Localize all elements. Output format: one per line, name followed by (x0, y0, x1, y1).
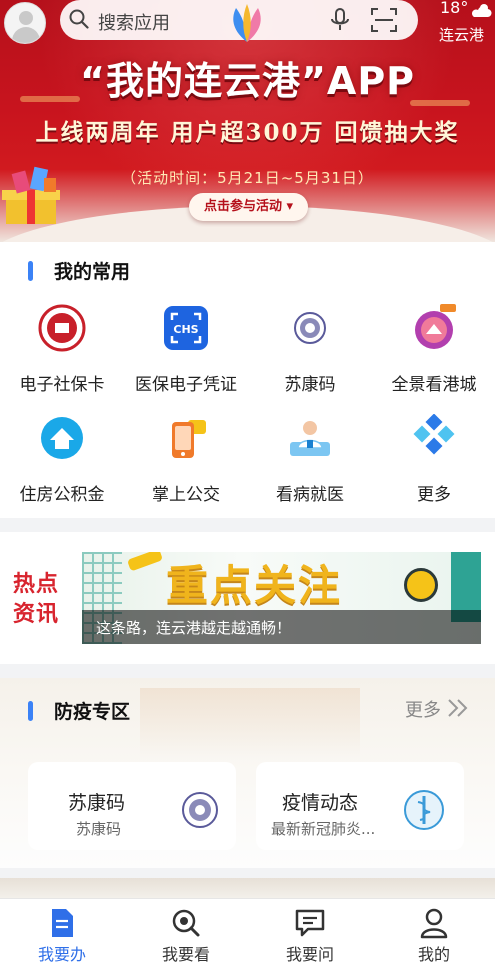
service-housing-fund[interactable]: 住房公积金 (0, 414, 124, 514)
service-panorama-city[interactable]: 全景看港城 (372, 304, 495, 404)
news-image-headline: 重点关注 (166, 561, 343, 610)
epidemic-title: 防疫专区 (54, 701, 131, 723)
card-title: 疫情动态 (282, 792, 359, 814)
service-label: 住房公积金 (19, 485, 105, 505)
double-chevron-right-icon[interactable] (447, 698, 469, 718)
tab-browse[interactable]: 我要看 (124, 899, 248, 974)
top-bar: 搜索应用 18° 连云港 (0, 0, 495, 44)
section-divider (0, 878, 495, 898)
tab-mine[interactable]: 我的 (372, 899, 495, 974)
service-label: 看病就医 (276, 485, 344, 505)
tab-ask[interactable]: 我要问 (248, 899, 372, 974)
card-title: 苏康码 (68, 792, 126, 814)
service-label: 掌上公交 (152, 485, 220, 505)
avatar-head (19, 11, 33, 25)
epidemic-card-dynamics[interactable]: 疫情动态 最新新冠肺炎... (256, 762, 464, 850)
doctor-icon (290, 421, 330, 456)
temperature: 18° (440, 0, 469, 17)
tab-label: 我的 (417, 945, 450, 964)
favorites-header: 我的常用 (0, 256, 495, 286)
more-label: 更多 (405, 700, 441, 721)
join-activity-button[interactable]: 点击参与活动 ▾ (189, 193, 308, 221)
image-decoration (404, 568, 438, 602)
bottom-nav: 我要办 我要看 我要问 我的 (0, 898, 495, 974)
service-label: 更多 (417, 485, 451, 505)
panorama-city-icon (415, 304, 456, 349)
card-subtitle: 最新新冠肺炎... (271, 820, 376, 838)
service-sukang-code[interactable]: 苏康码 (248, 304, 372, 404)
search-placeholder: 搜索应用 (98, 13, 170, 34)
card-subtitle: 苏康码 (76, 820, 122, 838)
service-label: 全景看港城 (391, 375, 477, 395)
avatar[interactable] (4, 2, 46, 44)
hot-news-tag: 热点资讯 (13, 571, 60, 627)
chat-icon (295, 909, 325, 937)
service-social-security-card[interactable]: 电子社保卡 (0, 304, 124, 404)
search-icon (69, 9, 89, 29)
news-caption-bar: 这条路，连云港越走越通畅！ (82, 610, 481, 644)
health-emblem-icon (404, 790, 444, 830)
more-link[interactable]: 更多 (405, 696, 441, 722)
epidemic-card-sukang[interactable]: 苏康码 苏康码 (28, 762, 236, 850)
service-label: 苏康码 (284, 375, 336, 395)
epidemic-section: 防疫专区 更多 苏康码 苏康码 疫情动态 最新新冠肺炎... (0, 678, 495, 868)
city-name: 连云港 (439, 26, 485, 44)
housing-fund-icon (41, 417, 83, 459)
cloud-sun-icon (471, 4, 492, 18)
app-logo-icon (233, 4, 261, 42)
image-decoration (126, 552, 164, 572)
bus-icon (172, 420, 206, 458)
section-bar (28, 701, 33, 721)
join-activity-label: 点击参与活动 (203, 199, 282, 214)
avatar-body (12, 27, 40, 43)
tab-handle[interactable]: 我要办 (0, 899, 124, 974)
user-icon (420, 908, 448, 939)
banner-time: （活动时间：5月21日~5月31日） (121, 169, 374, 187)
service-bus[interactable]: 掌上公交 (124, 414, 248, 514)
tab-label: 我要看 (161, 945, 210, 964)
weather-widget[interactable]: 18° 连云港 (436, 0, 495, 44)
svg-text:CHS: CHS (173, 323, 198, 336)
news-caption: 这条路，连云港越走越通畅！ (96, 619, 292, 637)
banner-title: “我的连云港”APP (79, 59, 416, 103)
service-doctor[interactable]: 看病就医 (248, 414, 372, 514)
favorites-section: 我的常用 电子社保卡 CHS 医保电子凭证 苏康码 全景看港城 住房公积金 掌上… (0, 242, 495, 518)
sukang-code-icon (294, 312, 326, 344)
scan-icon[interactable] (370, 7, 398, 33)
service-medical-insurance[interactable]: CHS 医保电子凭证 (124, 304, 248, 404)
document-icon (52, 909, 73, 937)
more-grid-icon (413, 414, 455, 455)
sukang-code-icon (182, 792, 218, 828)
service-label: 电子社保卡 (19, 375, 105, 395)
tab-label: 我要办 (37, 945, 86, 964)
search-input[interactable]: 搜索应用 (60, 0, 418, 42)
mic-icon[interactable] (330, 8, 350, 32)
banner-subtitle: 上线两周年 用户超300万 回馈抽大奖 (35, 119, 460, 146)
search-icon (172, 909, 200, 937)
service-label: 医保电子凭证 (135, 375, 237, 395)
chevron-down-icon: ▾ (286, 199, 294, 214)
news-image[interactable]: 重点关注 这条路，连云港越走越通畅！ (82, 552, 481, 644)
chs-medical-insurance-icon: CHS (164, 306, 208, 350)
tab-label: 我要问 (285, 945, 334, 964)
favorites-title: 我的常用 (54, 261, 131, 283)
service-more[interactable]: 更多 (372, 414, 495, 514)
section-bar (28, 261, 33, 281)
social-security-card-icon (38, 304, 86, 352)
hot-news-section: 热点资讯 重点关注 这条路，连云港越走越通畅！ (0, 532, 495, 664)
